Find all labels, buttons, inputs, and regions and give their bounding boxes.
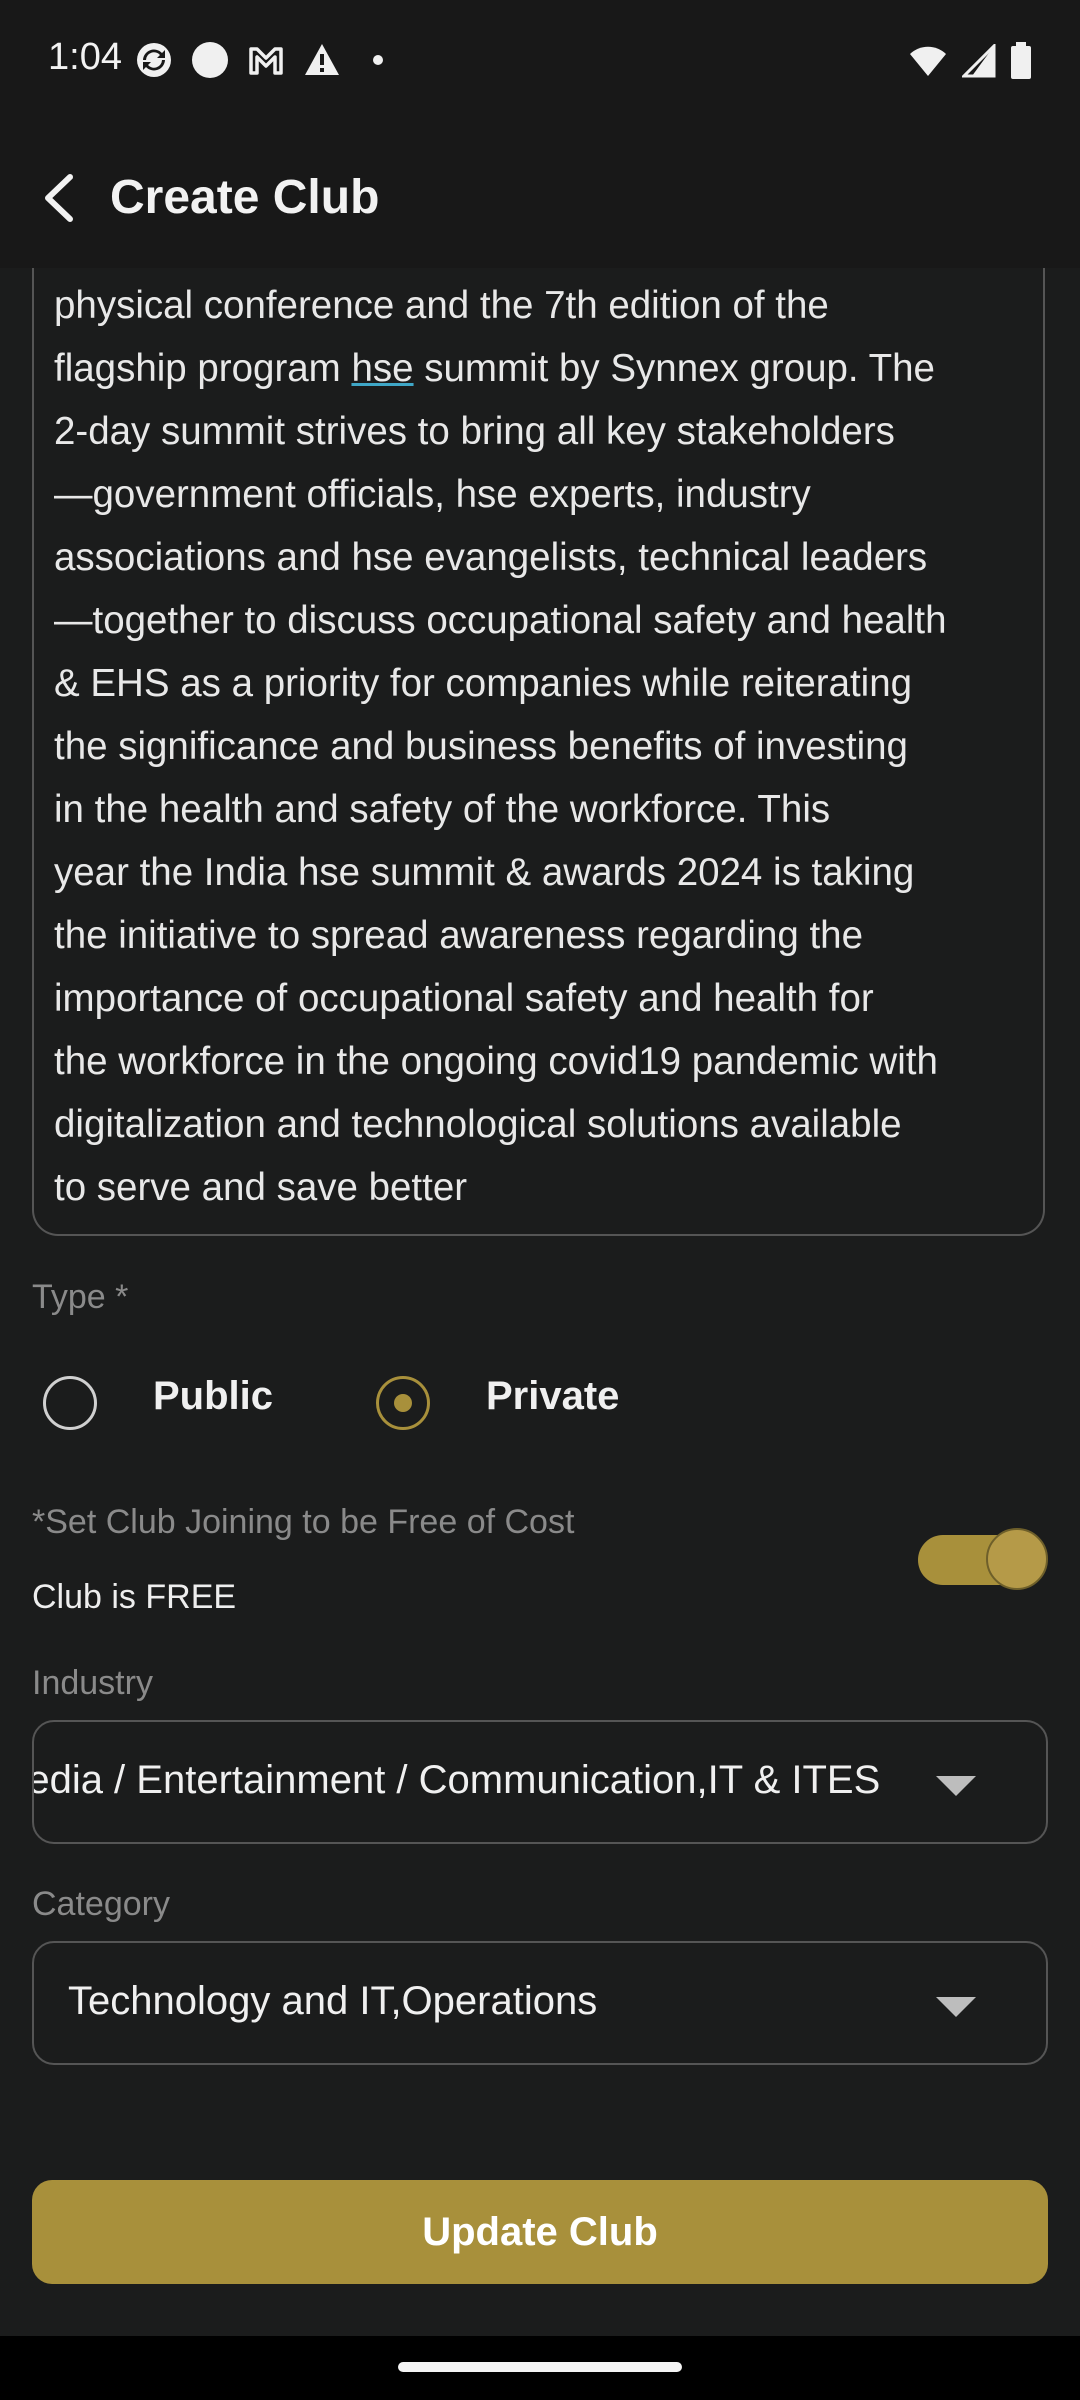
industry-dropdown[interactable]: Media / Entertainment / Communication,IT… xyxy=(32,1720,1048,1844)
status-system-icons xyxy=(908,42,1032,80)
page-title: Create Club xyxy=(110,171,380,224)
description-text-part2: summit by Synnex group. The 2-day summit… xyxy=(54,347,947,1209)
category-dropdown[interactable]: Technology and IT,Operations xyxy=(32,1941,1048,2065)
free-toggle-thumb[interactable] xyxy=(986,1528,1048,1590)
update-club-button[interactable]: Update Club xyxy=(32,2180,1048,2284)
status-notification-icons xyxy=(134,40,398,80)
circle-icon xyxy=(190,40,230,80)
status-time: 1:04 xyxy=(48,36,122,78)
private-radio[interactable] xyxy=(376,1376,430,1430)
back-arrow-icon xyxy=(45,174,73,222)
chevron-down-icon xyxy=(936,1997,976,2017)
wifi-icon xyxy=(910,46,946,76)
warning-icon xyxy=(302,40,342,80)
app-bar: Create Club xyxy=(0,130,1080,268)
category-value: Technology and IT,Operations xyxy=(68,1979,598,2023)
spellcheck-word: hse xyxy=(351,347,414,390)
signal-icon xyxy=(962,44,996,78)
private-radio-label[interactable]: Private xyxy=(486,1374,619,1419)
type-label: Type * xyxy=(32,1278,129,1316)
industry-value: Media / Entertainment / Communication,IT… xyxy=(32,1758,881,1802)
chevron-down-icon xyxy=(936,1776,976,1796)
free-cost-note: *Set Club Joining to be Free of Cost xyxy=(32,1503,575,1541)
category-label: Category xyxy=(32,1885,170,1923)
public-radio[interactable] xyxy=(43,1376,97,1430)
industry-label: Industry xyxy=(32,1664,153,1702)
description-textarea[interactable]: physical conference and the 7th edition … xyxy=(32,268,1045,1236)
public-radio-label[interactable]: Public xyxy=(153,1374,273,1419)
home-gesture-handle[interactable] xyxy=(398,2362,682,2372)
sync-icon xyxy=(134,40,174,80)
description-text: physical conference and the 7th edition … xyxy=(54,274,1043,1219)
gmail-icon xyxy=(246,40,286,80)
free-status-text: Club is FREE xyxy=(32,1578,237,1616)
battery-icon xyxy=(1011,42,1031,79)
back-button[interactable] xyxy=(20,158,100,238)
dot-icon xyxy=(358,40,398,80)
status-bar: 1:04 xyxy=(0,0,1080,130)
